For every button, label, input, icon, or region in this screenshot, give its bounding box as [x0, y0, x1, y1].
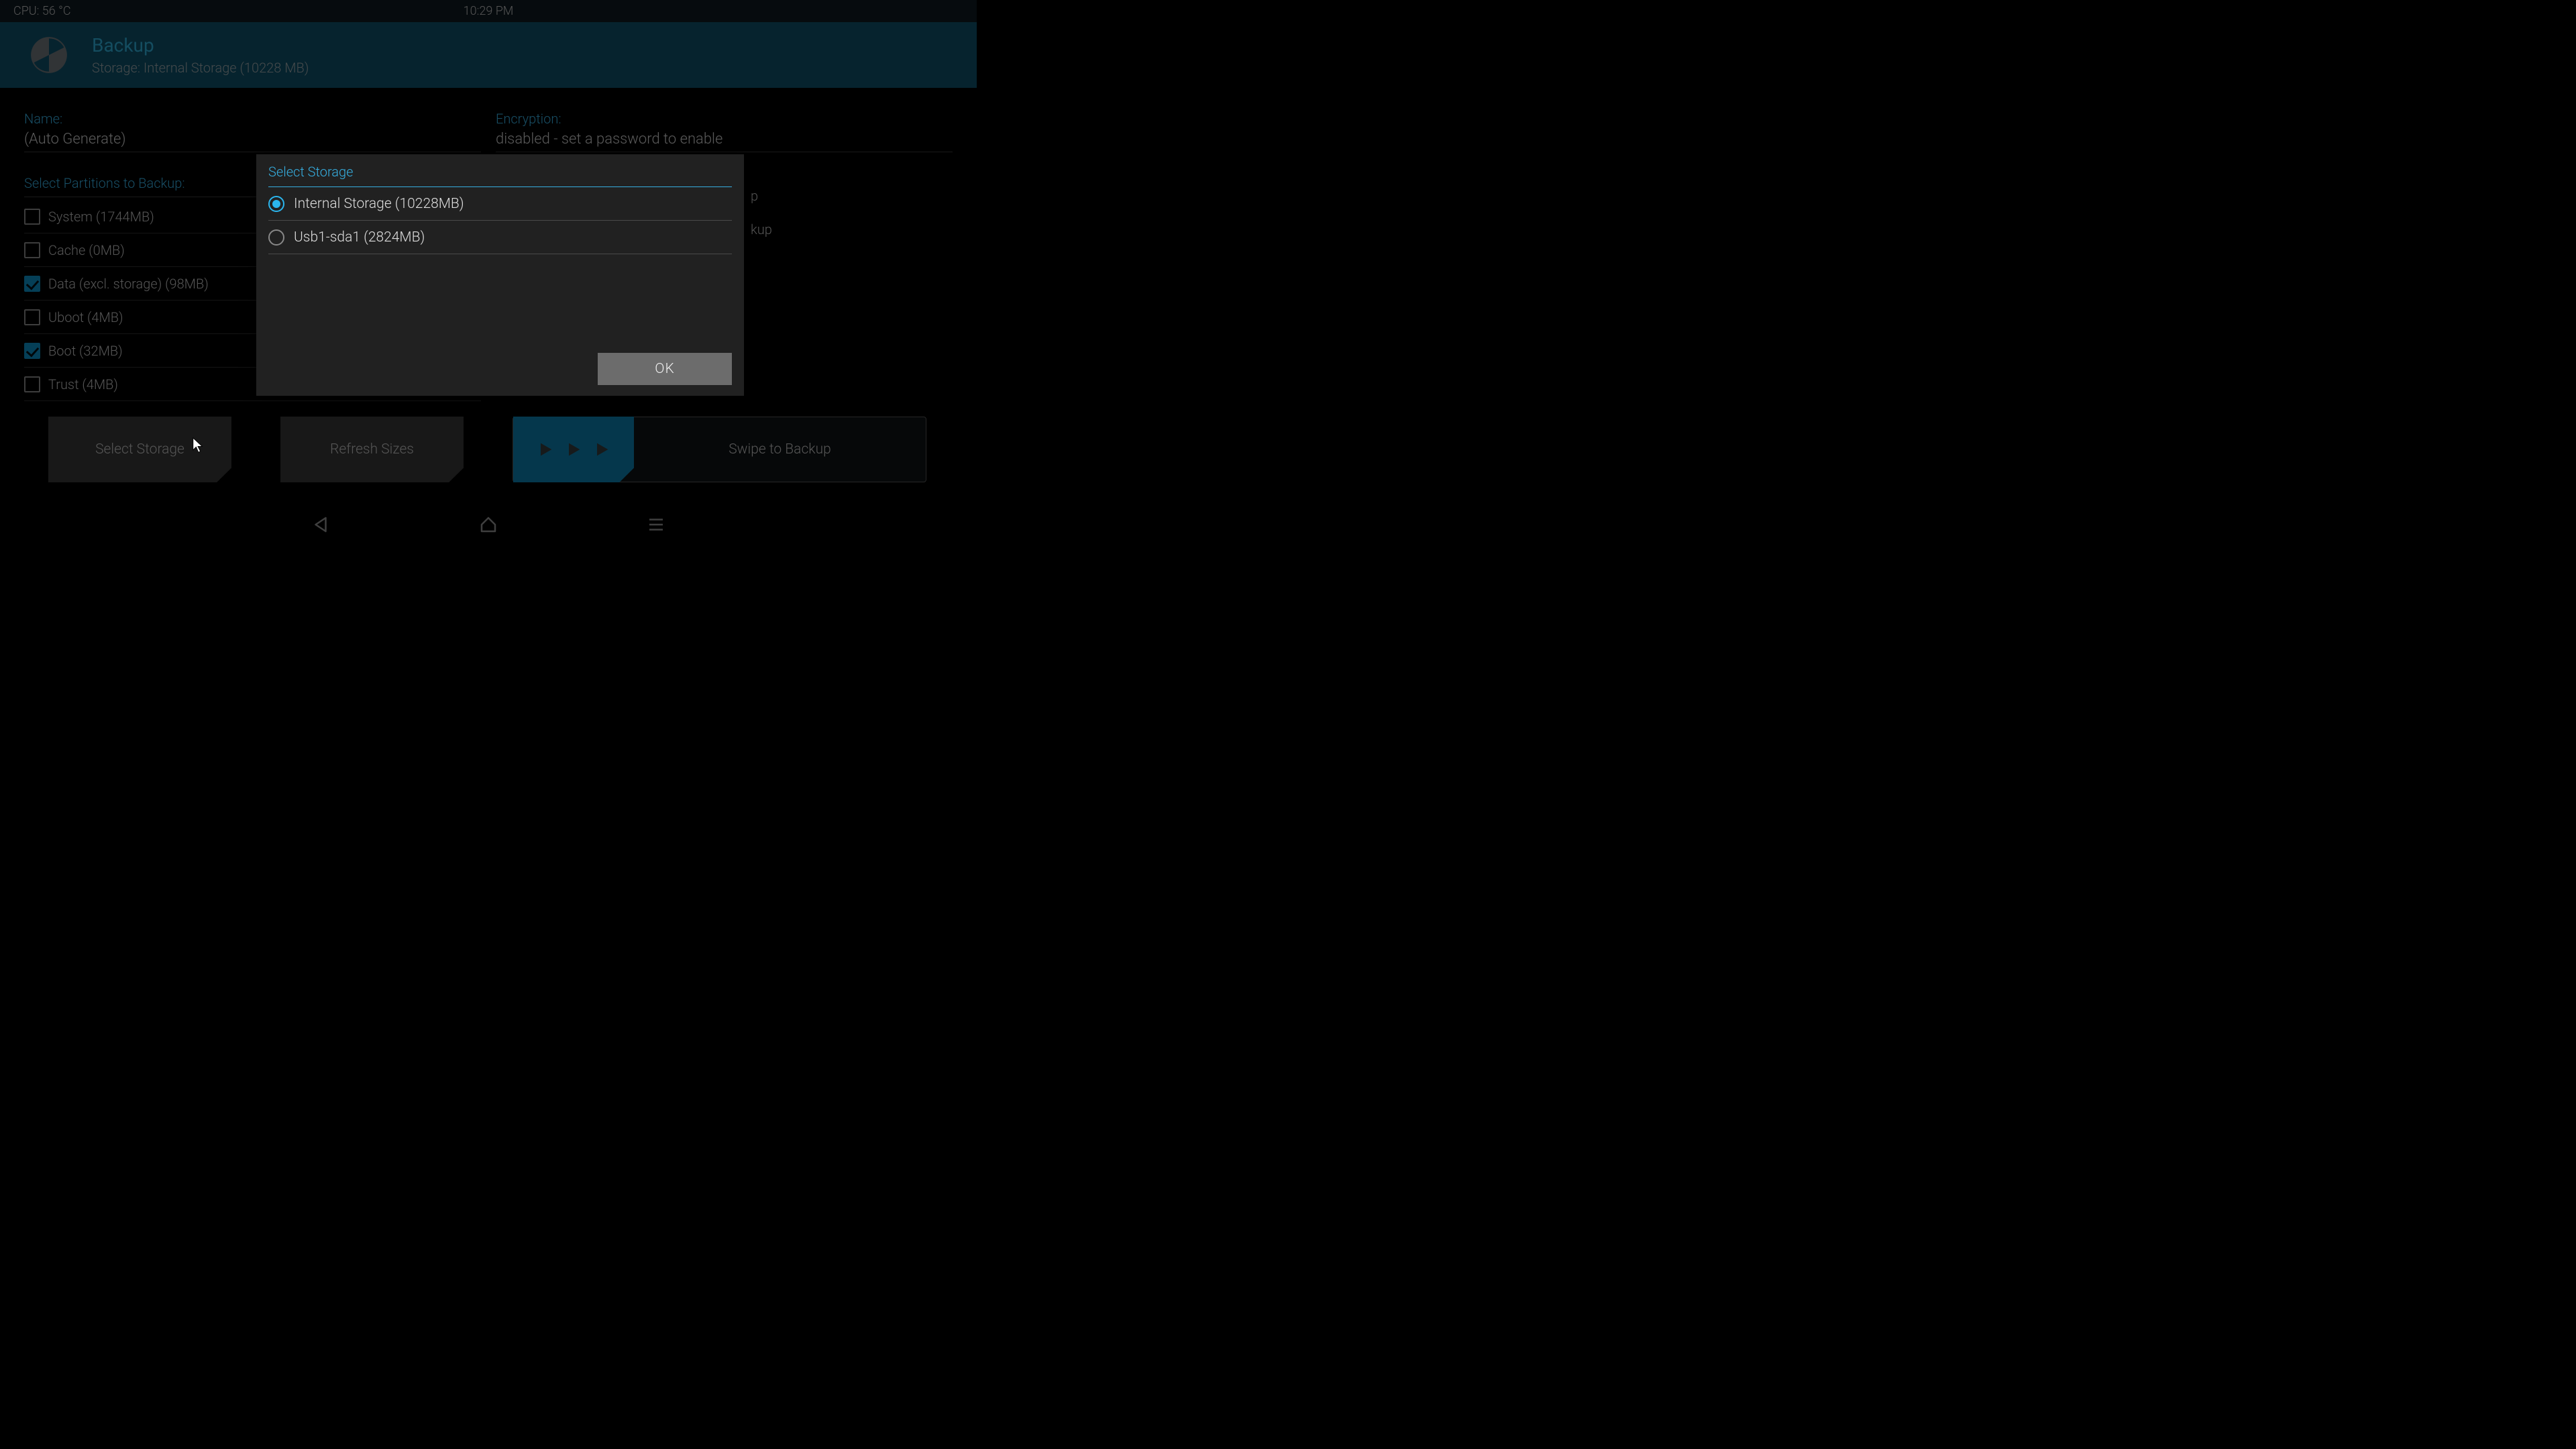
ok-button[interactable]: OK [598, 353, 732, 385]
ok-label: OK [655, 361, 674, 377]
radio-icon[interactable] [268, 229, 284, 246]
dialog-title: Select Storage [268, 164, 732, 187]
storage-option-label: Usb1-sda1 (2824MB) [294, 229, 425, 246]
select-storage-dialog: Select Storage Internal Storage (10228MB… [256, 154, 744, 396]
storage-option[interactable]: Usb1-sda1 (2824MB) [268, 221, 732, 254]
storage-option-list: Internal Storage (10228MB) Usb1-sda1 (282… [268, 187, 732, 254]
storage-option[interactable]: Internal Storage (10228MB) [268, 187, 732, 221]
radio-icon[interactable] [268, 196, 284, 212]
storage-option-label: Internal Storage (10228MB) [294, 196, 464, 212]
